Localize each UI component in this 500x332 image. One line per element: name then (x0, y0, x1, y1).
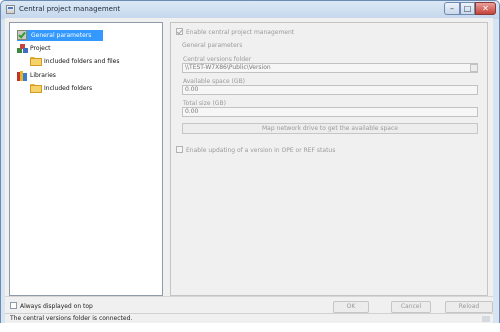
general-parameters-icon (17, 30, 29, 41)
tree-item-label: Included folders (44, 85, 93, 92)
window-title: Central project management (19, 5, 121, 13)
app-icon (6, 5, 15, 14)
title-bar[interactable]: Central project management – □ ✕ (1, 1, 499, 19)
maximize-button[interactable]: □ (460, 2, 475, 15)
project-icon (17, 43, 28, 54)
tree-item-included-folders[interactable]: Included folders (30, 83, 92, 94)
cancel-button[interactable]: Cancel (391, 301, 431, 313)
window-bottom-border (0, 323, 500, 332)
enable-central-management-label: Enable central project management (186, 29, 295, 36)
status-text: The central versions folder is connected… (10, 315, 133, 322)
browse-folder-button[interactable] (470, 64, 478, 72)
resize-grip[interactable] (482, 316, 490, 322)
tree-item-label: Included folders and files (44, 58, 120, 65)
tree-item-included-folders-and-files[interactable]: Included folders and files (30, 56, 119, 67)
footer-divider (5, 296, 493, 297)
always-on-top-checkbox[interactable] (10, 302, 17, 309)
folder-icon (30, 84, 42, 93)
enable-central-management-checkbox[interactable] (176, 28, 183, 35)
navigation-tree[interactable]: General parameters Project Included fold… (9, 22, 163, 296)
tree-item-project[interactable]: Project (17, 43, 51, 54)
available-space-field[interactable]: 0.00 (182, 85, 478, 95)
ok-button[interactable]: OK (333, 301, 369, 313)
versions-folder-label: Central versions folder (183, 56, 252, 63)
tree-item-label: Project (30, 45, 51, 52)
section-title: General parameters (182, 42, 243, 49)
reload-button[interactable]: Reload (445, 301, 493, 313)
tree-item-label: General parameters (31, 32, 92, 39)
always-on-top-label: Always displayed on top (20, 303, 93, 310)
minimize-button[interactable]: – (444, 2, 460, 15)
tree-item-general-parameters[interactable]: General parameters (17, 30, 103, 41)
libraries-icon (17, 70, 28, 81)
total-size-label: Total size (GB) (183, 100, 226, 107)
tree-item-label: Libraries (30, 72, 56, 79)
versions-folder-field[interactable]: \\TEST-W7X86\Public\Version (182, 63, 478, 73)
enable-updating-label: Enable updating of a version in OPE or R… (186, 147, 336, 154)
map-network-drive-button[interactable]: Map network drive to get the available s… (182, 123, 478, 134)
folder-icon (30, 57, 42, 66)
available-space-label: Available space (GB) (183, 78, 246, 85)
close-button[interactable]: ✕ (475, 2, 496, 15)
total-size-field[interactable]: 0.00 (182, 107, 478, 117)
enable-updating-checkbox[interactable] (176, 146, 183, 153)
tree-item-libraries[interactable]: Libraries (17, 70, 56, 81)
